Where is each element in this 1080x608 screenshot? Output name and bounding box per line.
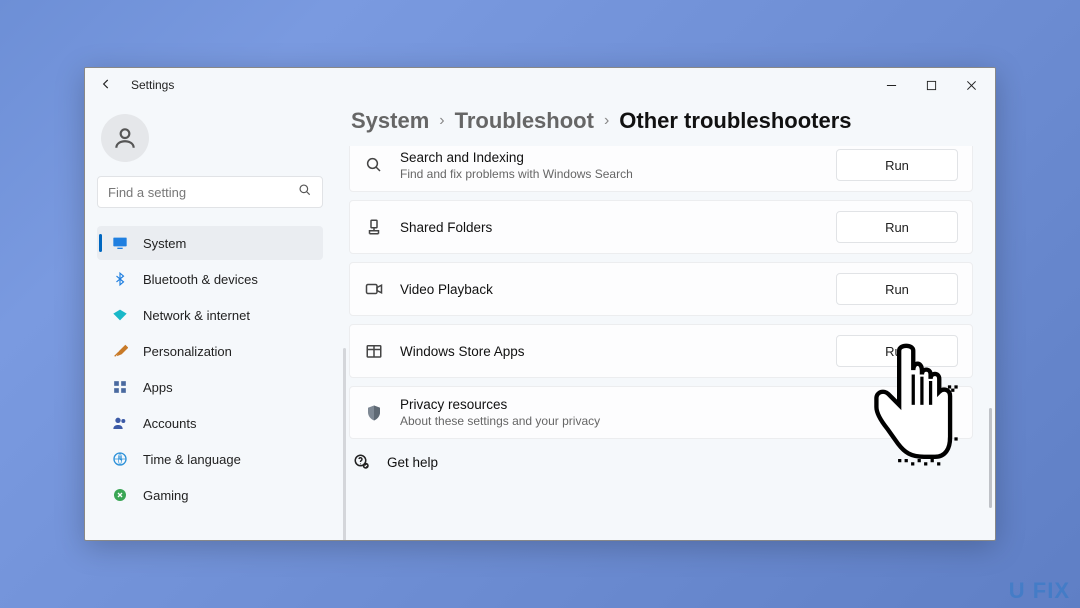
card-title: Shared Folders [400,220,820,235]
get-help-link[interactable]: Get help [349,439,973,471]
window-controls [871,70,991,100]
shield-icon [364,403,384,423]
breadcrumb-item[interactable]: System [351,108,429,134]
app-name: Settings [131,78,174,92]
run-button[interactable]: Run [836,211,958,243]
sidebar-item-apps[interactable]: Apps [97,370,323,404]
watermark: U FIX [1009,578,1070,604]
card-title: Search and Indexing [400,150,820,165]
sidebar-item-label: Apps [143,380,173,395]
store-icon [364,341,384,361]
titlebar: Settings [85,68,995,102]
card-title: Windows Store Apps [400,344,820,359]
avatar[interactable] [101,114,149,162]
help-icon [353,453,371,471]
chevron-right-icon: › [604,112,609,130]
minimize-button[interactable] [871,70,911,100]
wifi-icon [111,306,129,324]
sidebar-item-accounts[interactable]: Accounts [97,406,323,440]
sidebar-scrollbar[interactable] [343,348,346,541]
accounts-icon [111,414,129,432]
clock-icon [111,450,129,468]
sidebar-item-personalization[interactable]: Personalization [97,334,323,368]
search-box[interactable] [97,176,323,208]
search-icon [364,155,384,175]
bluetooth-icon [111,270,129,288]
troubleshooter-card-windows-store-apps: Windows Store Apps Run [349,324,973,378]
card-subtitle: About these settings and your privacy [400,414,958,428]
sidebar-item-label: System [143,236,186,251]
breadcrumb: System › Troubleshoot › Other troublesho… [349,106,973,146]
shared-folder-icon [364,217,384,237]
main-panel: System › Troubleshoot › Other troublesho… [335,102,995,540]
troubleshooter-card-video-playback: Video Playback Run [349,262,973,316]
privacy-resources-card[interactable]: Privacy resources About these settings a… [349,386,973,439]
troubleshooter-card-search-indexing: Search and Indexing Find and fix problem… [349,146,973,192]
back-button[interactable] [99,77,113,94]
video-icon [364,279,384,299]
main-scrollbar[interactable] [989,408,992,508]
search-input[interactable] [108,185,298,200]
sidebar-item-gaming[interactable]: Gaming [97,478,323,512]
troubleshooter-card-shared-folders: Shared Folders Run [349,200,973,254]
brush-icon [111,342,129,360]
card-title: Privacy resources [400,397,958,412]
apps-icon [111,378,129,396]
search-icon [298,183,312,202]
breadcrumb-item[interactable]: Troubleshoot [455,108,594,134]
card-subtitle: Find and fix problems with Windows Searc… [400,167,820,181]
troubleshooter-list: Search and Indexing Find and fix problem… [349,146,973,439]
run-button[interactable]: Run [836,149,958,181]
card-title: Video Playback [400,282,820,297]
close-button[interactable] [951,70,991,100]
sidebar-item-label: Gaming [143,488,189,503]
sidebar-item-label: Accounts [143,416,196,431]
run-button[interactable]: Run [836,335,958,367]
gaming-icon [111,486,129,504]
settings-window: Settings System [84,67,996,541]
maximize-button[interactable] [911,70,951,100]
sidebar-item-system[interactable]: System [97,226,323,260]
sidebar-item-label: Personalization [143,344,232,359]
chevron-right-icon: › [439,112,444,130]
sidebar-nav: System Bluetooth & devices Network & int… [97,226,323,512]
get-help-label: Get help [387,455,438,470]
sidebar-item-bluetooth[interactable]: Bluetooth & devices [97,262,323,296]
monitor-icon [111,234,129,252]
sidebar-item-label: Bluetooth & devices [143,272,258,287]
sidebar: System Bluetooth & devices Network & int… [85,102,335,540]
sidebar-item-time-language[interactable]: Time & language [97,442,323,476]
breadcrumb-item: Other troubleshooters [619,108,851,134]
sidebar-item-label: Time & language [143,452,241,467]
run-button[interactable]: Run [836,273,958,305]
sidebar-item-label: Network & internet [143,308,250,323]
sidebar-item-network[interactable]: Network & internet [97,298,323,332]
